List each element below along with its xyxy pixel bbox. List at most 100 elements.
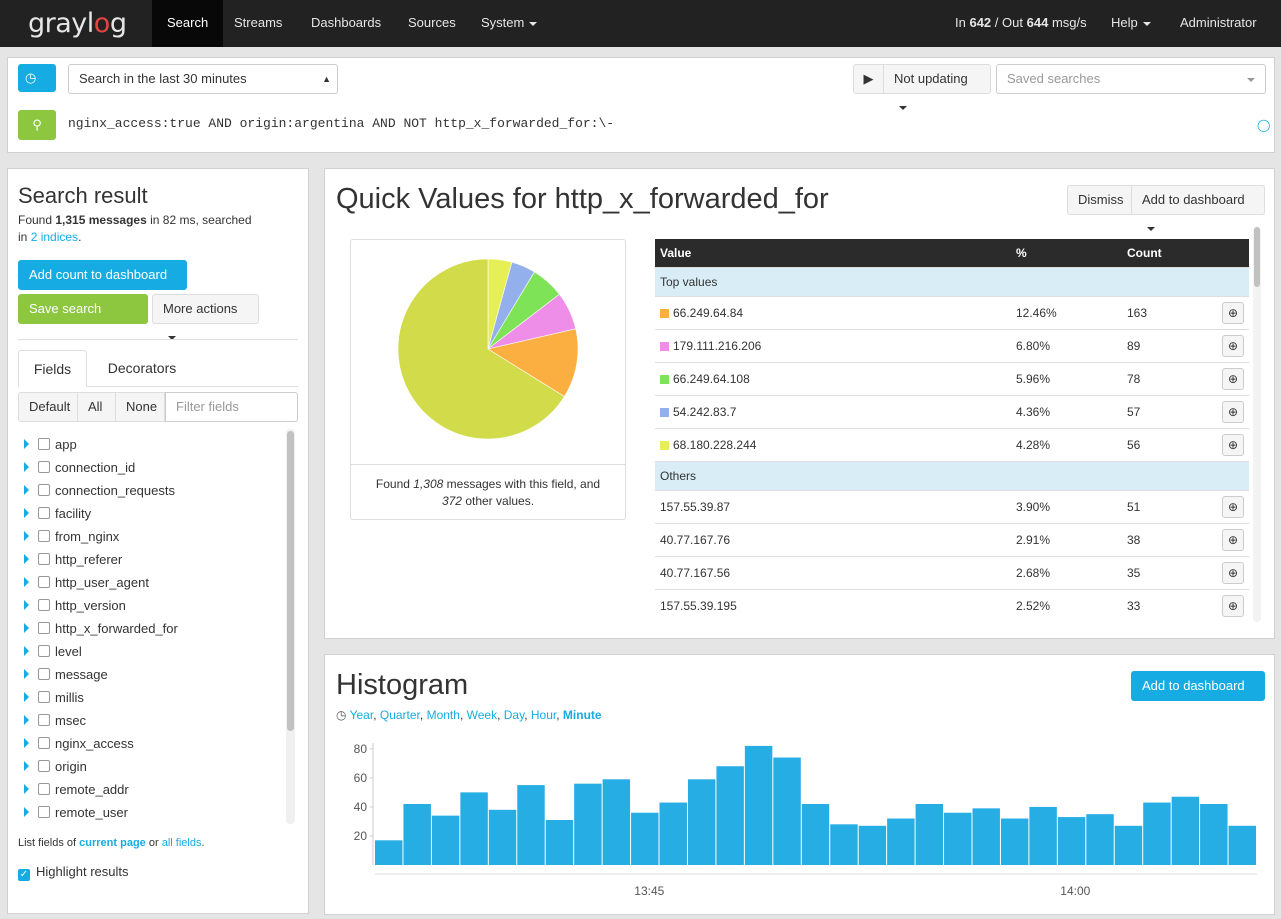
current-page-link[interactable]: current page — [79, 837, 146, 849]
histogram-bar[interactable] — [773, 757, 801, 865]
field-filter-none[interactable]: None — [115, 392, 165, 422]
field-checkbox[interactable] — [38, 461, 50, 473]
timerange-select[interactable]: Search in the last 30 minutes ▲ — [68, 64, 338, 94]
resolution-year[interactable]: Year — [350, 708, 374, 722]
histogram-bar[interactable] — [716, 766, 744, 865]
zoom-in-icon[interactable]: ⊕ — [1222, 528, 1244, 551]
histogram-bar[interactable] — [687, 779, 716, 865]
search-submit-button[interactable]: ⚲ — [18, 110, 56, 140]
field-item[interactable]: message — [24, 665, 108, 685]
histogram-bar[interactable] — [972, 808, 1000, 865]
field-checkbox[interactable] — [38, 438, 50, 450]
field-item[interactable]: connection_requests — [24, 481, 175, 501]
indices-link[interactable]: 2 indices — [31, 230, 78, 244]
field-checkbox[interactable] — [38, 484, 50, 496]
expand-caret-icon[interactable] — [24, 738, 29, 748]
expand-caret-icon[interactable] — [24, 692, 29, 702]
histogram-bar[interactable] — [659, 802, 687, 865]
field-item[interactable]: http_x_forwarded_for — [24, 619, 178, 639]
zoom-in-icon[interactable]: ⊕ — [1222, 594, 1244, 617]
field-item[interactable]: remote_user — [24, 803, 128, 823]
histogram-bar[interactable] — [460, 792, 488, 865]
add-count-button[interactable]: Add count to dashboard — [18, 260, 187, 306]
all-fields-link[interactable]: all fields — [162, 837, 202, 849]
refresh-dropdown[interactable]: Not updating — [883, 64, 991, 110]
histogram-bar[interactable] — [830, 824, 858, 865]
histogram-bar[interactable] — [1171, 796, 1200, 865]
resolution-day[interactable]: Day — [504, 708, 524, 722]
dismiss-button[interactable]: Dismiss — [1067, 185, 1132, 215]
field-checkbox[interactable] — [38, 553, 50, 565]
field-checkbox[interactable] — [38, 507, 50, 519]
histogram-bar[interactable] — [1228, 825, 1256, 865]
save-search-button[interactable]: Save search criteria — [18, 294, 148, 344]
nav-dashboards[interactable]: Dashboards — [296, 0, 396, 47]
field-item[interactable]: nginx_access — [24, 734, 134, 754]
search-query-input[interactable]: nginx_access:true AND origin:argentina A… — [68, 116, 1248, 136]
field-checkbox[interactable] — [38, 622, 50, 634]
field-filter-default[interactable]: Default — [18, 392, 78, 422]
field-filter-all[interactable]: All — [77, 392, 116, 422]
expand-caret-icon[interactable] — [24, 761, 29, 771]
nav-streams[interactable]: Streams — [219, 0, 297, 47]
field-item[interactable]: millis — [24, 688, 84, 708]
histogram-bar[interactable] — [545, 819, 574, 865]
field-checkbox[interactable] — [38, 599, 50, 611]
field-item[interactable]: facility — [24, 504, 91, 524]
expand-caret-icon[interactable] — [24, 577, 29, 587]
expand-caret-icon[interactable] — [24, 508, 29, 518]
field-checkbox[interactable] — [38, 576, 50, 588]
expand-caret-icon[interactable] — [24, 531, 29, 541]
field-checkbox[interactable] — [38, 806, 50, 818]
expand-caret-icon[interactable] — [24, 669, 29, 679]
quickvalues-add-dashboard-button[interactable]: Add to dashboard — [1131, 185, 1265, 231]
resolution-minute[interactable]: Minute — [563, 708, 602, 722]
histogram-bar[interactable] — [431, 815, 460, 865]
resolution-quarter[interactable]: Quarter — [380, 708, 420, 722]
field-checkbox[interactable] — [38, 691, 50, 703]
expand-caret-icon[interactable] — [24, 784, 29, 794]
histogram-add-dashboard-button[interactable]: Add to dashboard — [1131, 671, 1265, 717]
expand-caret-icon[interactable] — [24, 715, 29, 725]
nav-sources[interactable]: Sources — [393, 0, 471, 47]
field-item[interactable]: connection_id — [24, 458, 135, 478]
field-item[interactable]: app — [24, 435, 77, 455]
histogram-bar[interactable] — [1200, 804, 1228, 865]
saved-searches-select[interactable]: Saved searches — [996, 64, 1266, 94]
zoom-in-icon[interactable]: ⊕ — [1222, 561, 1244, 584]
zoom-in-icon[interactable]: ⊕ — [1222, 400, 1244, 423]
expand-caret-icon[interactable] — [24, 807, 29, 817]
field-checkbox[interactable] — [38, 760, 50, 772]
histogram-bar[interactable] — [1143, 802, 1171, 865]
field-checkbox[interactable] — [38, 530, 50, 542]
nav-search[interactable]: Search — [152, 0, 224, 47]
zoom-in-icon[interactable]: ⊕ — [1222, 495, 1244, 518]
expand-caret-icon[interactable] — [24, 439, 29, 449]
histogram-bar[interactable] — [403, 804, 431, 865]
histogram-bar[interactable] — [1000, 818, 1029, 865]
field-item[interactable]: http_version — [24, 596, 126, 616]
tab-fields[interactable]: Fields — [18, 350, 87, 387]
histogram-bar[interactable] — [602, 779, 631, 865]
timerange-type-button[interactable]: ◷ — [18, 64, 56, 107]
histogram-bar[interactable] — [375, 840, 403, 865]
histogram-bar[interactable] — [574, 783, 602, 865]
expand-caret-icon[interactable] — [24, 623, 29, 633]
field-item[interactable]: msec — [24, 711, 86, 731]
field-checkbox[interactable] — [38, 714, 50, 726]
field-checkbox[interactable] — [38, 645, 50, 657]
nav-user-menu[interactable]: Administrator — [1165, 0, 1281, 71]
histogram-bar[interactable] — [944, 812, 972, 865]
field-item[interactable]: remote_addr — [24, 780, 129, 800]
histogram-bar[interactable] — [1029, 806, 1057, 865]
quickvalues-scrollbar[interactable] — [1253, 227, 1261, 622]
nav-help[interactable]: Help — [1096, 0, 1166, 47]
filter-fields-input[interactable]: Filter fields — [165, 392, 298, 422]
expand-caret-icon[interactable] — [24, 554, 29, 564]
fields-scrollbar[interactable] — [286, 429, 295, 824]
expand-caret-icon[interactable] — [24, 600, 29, 610]
histogram-bar[interactable] — [488, 809, 517, 865]
histogram-bar[interactable] — [517, 785, 545, 865]
expand-caret-icon[interactable] — [24, 462, 29, 472]
zoom-in-icon[interactable]: ⊕ — [1222, 334, 1244, 357]
